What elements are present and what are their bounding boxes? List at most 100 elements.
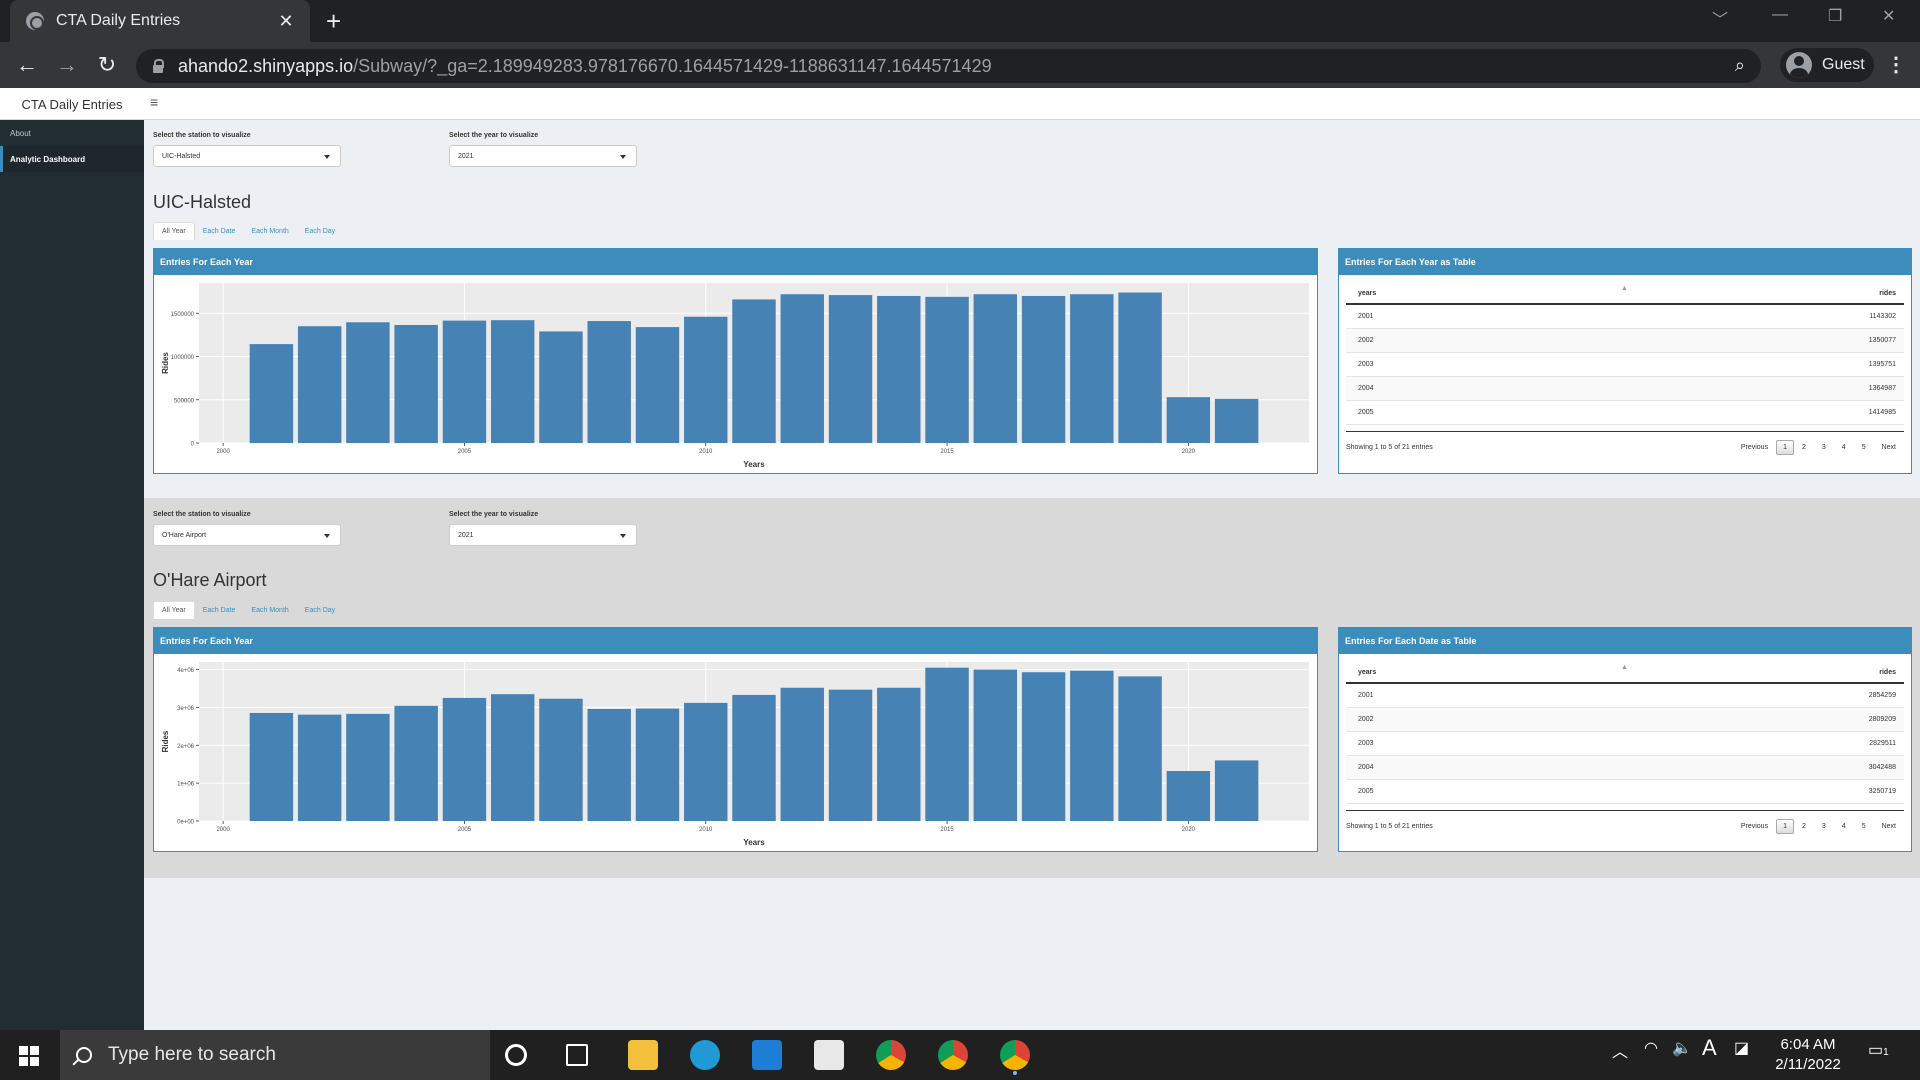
sort-arrow-icon[interactable]: ▲ [1621,664,1628,671]
year-select[interactable]: 2021 [449,524,637,546]
notification-icon[interactable]: ▭1 [1868,1040,1889,1060]
sidebar-toggle-icon[interactable]: ≡ [150,94,158,110]
pager-next[interactable]: Next [1874,441,1904,454]
zoom-magnifier-icon[interactable]: ⌕ [1735,55,1745,76]
column-header-rides[interactable]: rides [1879,290,1904,297]
bar-chart: 0 500000 1000000 1500000 2000 2005 2010 2015 202… [161,283,1309,469]
station-select[interactable]: UIC-Halsted [153,145,341,167]
pager-previous[interactable]: Previous [1733,441,1776,454]
column-header-rides[interactable]: rides [1879,669,1904,676]
window-close-icon[interactable]: ✕ [1882,6,1895,26]
x-tick-label: 2010 [699,827,713,833]
table-row: 2001 2854259 [1346,684,1904,708]
browser-menu-icon[interactable]: ⋮ [1886,52,1906,77]
table-body: 2001 1143302 2002 1350077 2003 1395751 2004… [1346,305,1904,425]
tab-each-date[interactable]: Each Date [195,222,244,240]
tab-each-date[interactable]: Each Date [195,601,244,619]
table-info: Showing 1 to 5 of 21 entries [1346,444,1433,451]
x-axis-label: Years [743,460,765,469]
browser-tab[interactable]: CTA Daily Entries ✕ [10,0,310,42]
reload-icon[interactable]: ↻ [94,52,120,78]
task-view-icon[interactable] [566,1044,588,1066]
tab-each-month[interactable]: Each Month [243,601,296,619]
bar [925,296,969,443]
bar [346,713,390,821]
column-header-years[interactable]: years [1346,290,1879,297]
year-select[interactable]: 2021 [449,145,637,167]
station-select-label: Select the station to visualize [153,132,251,139]
pager-page-3[interactable]: 3 [1814,820,1834,833]
caret-down-icon [620,155,626,159]
cell-year: 2001 [1358,692,1374,699]
column-header-years[interactable]: years [1346,669,1879,676]
x-axis-label: Years [743,838,765,847]
edge-icon[interactable] [690,1040,720,1070]
tab-all-year[interactable]: All Year [153,222,195,240]
tab-each-day[interactable]: Each Day [297,222,343,240]
pen-workspace-icon[interactable]: ◪ [1734,1038,1749,1058]
back-arrow-icon[interactable]: ← [14,52,40,78]
chrome-profile-icon[interactable] [938,1040,968,1070]
mail-icon[interactable] [752,1040,782,1070]
bar [732,694,776,821]
bar [442,320,487,443]
volume-icon[interactable]: 🔈 [1672,1038,1692,1058]
address-bar[interactable]: ahando2.shinyapps.io /Subway/?_ga=2.1899… [136,49,1761,83]
pager-page-5[interactable]: 5 [1854,820,1874,833]
wifi-icon[interactable]: ◠ [1644,1038,1658,1058]
pager-next[interactable]: Next [1874,820,1904,833]
chrome-icon[interactable] [876,1040,906,1070]
tab-all-year[interactable]: All Year [153,601,195,619]
pager-page-3[interactable]: 3 [1814,441,1834,454]
cortana-icon[interactable] [505,1044,527,1066]
bar [973,669,1018,821]
sort-arrow-icon[interactable]: ▲ [1621,285,1628,292]
pager-page-2[interactable]: 2 [1794,820,1814,833]
tab-each-month[interactable]: Each Month [243,222,296,240]
cell-year: 2002 [1358,716,1374,723]
tab-each-day[interactable]: Each Day [297,601,343,619]
pager-page-1[interactable]: 1 [1776,440,1794,455]
minimize-icon[interactable]: — [1772,6,1788,24]
store-icon[interactable] [814,1040,844,1070]
bar [732,299,776,443]
year-select-label: Select the year to visualize [449,511,539,518]
pager-page-1[interactable]: 1 [1776,819,1794,834]
new-tab-icon[interactable]: + [326,6,341,37]
tray-chevron-icon[interactable]: ︿ [1612,1038,1628,1062]
restore-icon[interactable]: ❐ [1828,6,1842,26]
chrome-active-icon[interactable] [1000,1040,1030,1070]
bar [297,326,342,443]
file-explorer-icon[interactable] [628,1040,658,1070]
table-box: Entries For Each Date as Table years ▲ r… [1338,627,1912,852]
chart-box: Entries For Each Year 0 500000 1000000 1500… [153,248,1318,474]
sidebar-item-about[interactable]: About [0,120,144,146]
taskbar-clock[interactable]: 6:04 AM 2/11/2022 [1758,1035,1858,1075]
profile-button[interactable]: Guest [1780,48,1874,82]
table-row: 2001 1143302 [1346,305,1904,329]
station-select[interactable]: O'Hare Airport [153,524,341,546]
y-tick-label: 4e+06 [177,668,195,674]
cell-rides: 1395751 [1868,361,1896,368]
cell-rides: 1350077 [1868,337,1896,344]
input-language-icon[interactable]: A [1702,1035,1717,1061]
windows-start-icon[interactable] [19,1046,39,1066]
pager-page-4[interactable]: 4 [1834,441,1854,454]
app-header: CTA Daily Entries ≡ [0,88,1920,120]
bar [828,295,873,443]
table-row: 2005 1414985 [1346,401,1904,425]
cell-year: 2005 [1358,788,1374,795]
pager-page-5[interactable]: 5 [1854,441,1874,454]
pager-page-4[interactable]: 4 [1834,820,1854,833]
avatar-icon [1786,52,1812,78]
table-box-title: Entries For Each Year as Table [1339,249,1911,275]
pager-previous[interactable]: Previous [1733,820,1776,833]
forward-arrow-icon[interactable]: → [54,52,80,78]
taskbar-search[interactable]: Type here to search [60,1030,490,1080]
pager-page-2[interactable]: 2 [1794,441,1814,454]
table-row: 2005 3250719 [1346,780,1904,804]
tab-close-icon[interactable]: ✕ [276,11,296,32]
tab-search-chevron-icon[interactable]: ﹀ [1712,6,1728,30]
search-icon [76,1047,92,1063]
sidebar-item-analytic-dashboard[interactable]: Analytic Dashboard [0,146,144,172]
